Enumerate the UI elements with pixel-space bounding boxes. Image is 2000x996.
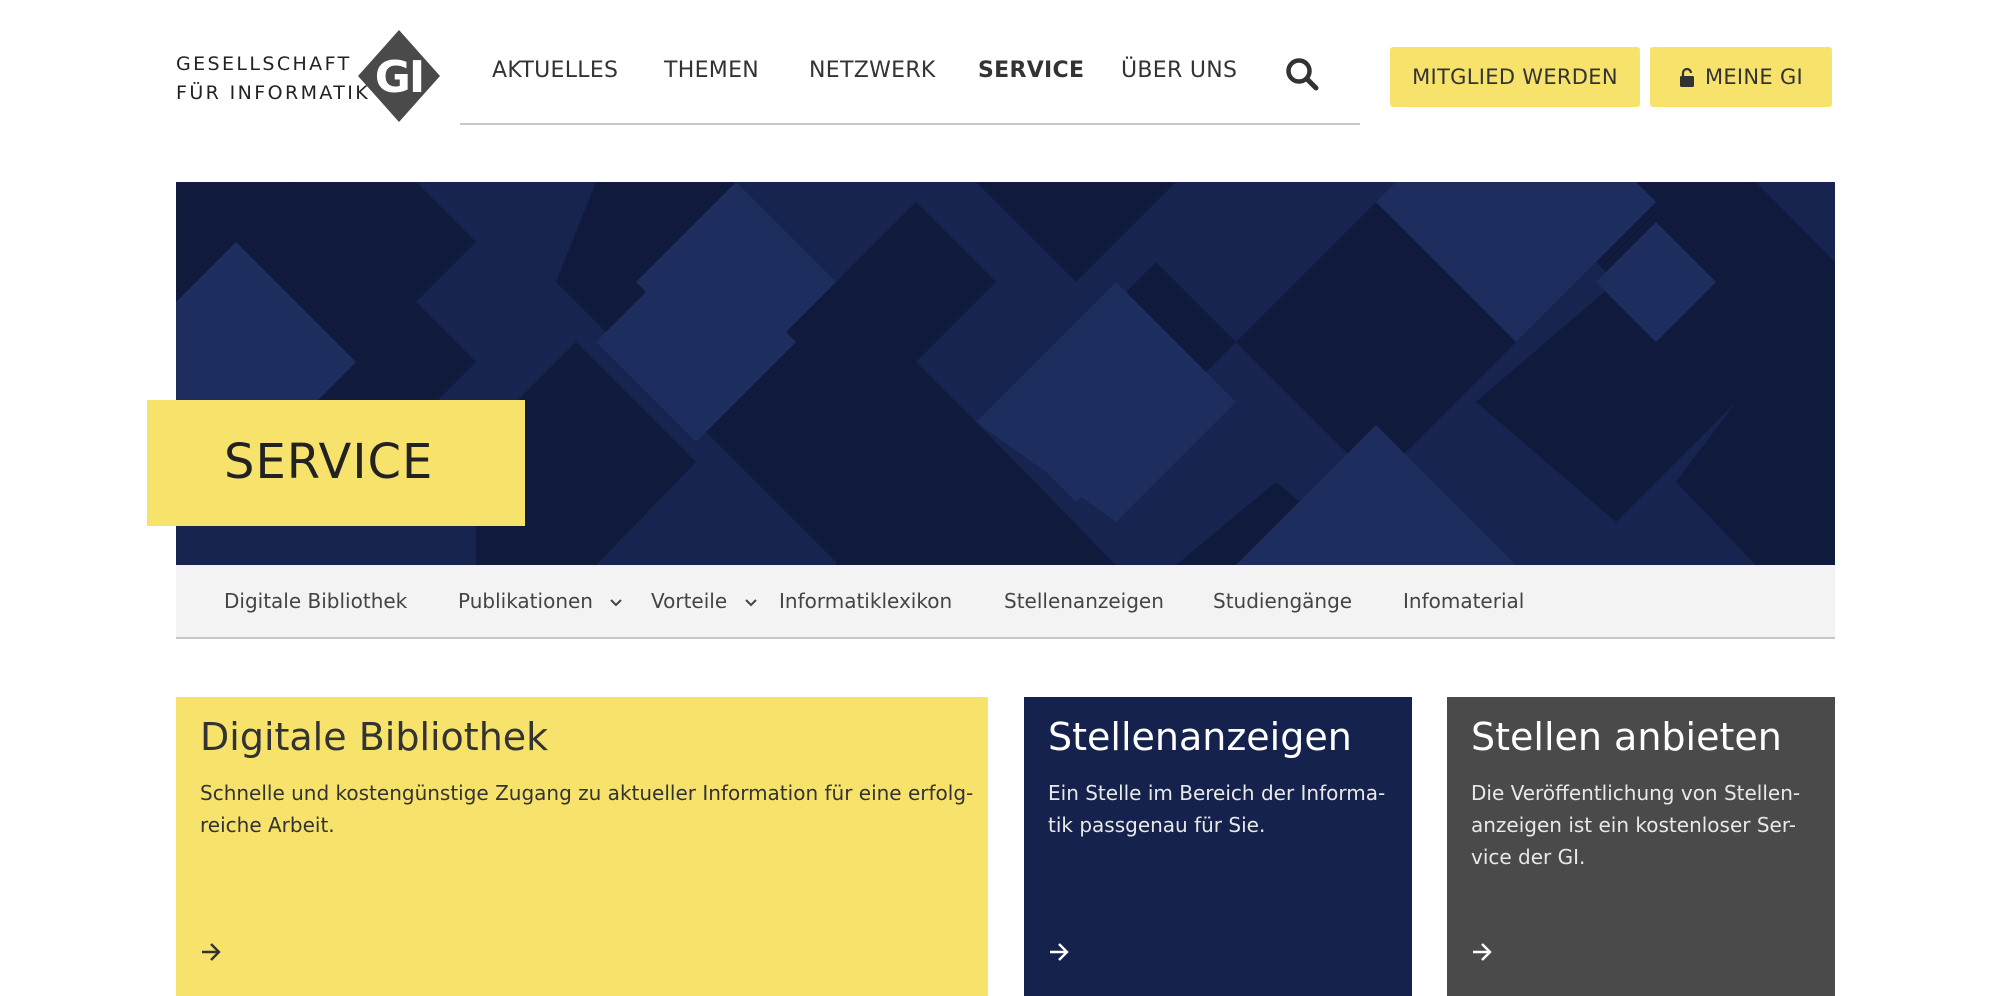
card-desc-line: Schnelle und kostengünstige Zugang zu ak…	[200, 781, 974, 805]
subnav-item-infomaterial[interactable]: Infomaterial	[1403, 589, 1524, 613]
card-desc-line: vice der GI.	[1471, 845, 1586, 869]
nav-item-aktuelles[interactable]: AKTUELLES	[492, 58, 618, 83]
card-description: Schnelle und kostengünstige Zugang zu ak…	[200, 777, 973, 841]
arrow-right-icon[interactable]	[200, 941, 222, 963]
card-stellen-anbieten[interactable]: Stellen anbieten Die Veröffentlichung vo…	[1447, 697, 1835, 996]
card-title: Digitale Bibliothek	[200, 715, 549, 759]
meine-gi-button[interactable]: MEINE GI	[1650, 47, 1832, 107]
main-nav: AKTUELLES THEMEN NETZWERK SERVICE ÜBER U…	[460, 0, 1360, 125]
sub-navigation: Digitale Bibliothek Publikationen Vortei…	[176, 565, 1835, 639]
become-member-label: MITGLIED WERDEN	[1412, 65, 1618, 89]
subnav-label: Stellenanzeigen	[1004, 589, 1164, 613]
card-title: Stellenanzeigen	[1048, 715, 1352, 759]
card-description: Ein Stelle im Bereich der Informa- tik p…	[1048, 777, 1385, 841]
card-description: Die Veröffentlichung von Stellen- anzeig…	[1471, 777, 1800, 873]
chevron-down-icon	[610, 598, 623, 606]
logo-line-2: FÜR INFORMATIK	[176, 82, 371, 104]
logo-mark-text: GI	[375, 52, 424, 103]
subnav-label: Studiengänge	[1213, 589, 1353, 613]
nav-item-service[interactable]: SERVICE	[978, 58, 1084, 83]
card-stellenanzeigen[interactable]: Stellenanzeigen Ein Stelle im Bereich de…	[1024, 697, 1412, 996]
site-logo[interactable]: GESELLSCHAFT FÜR INFORMATIK GI	[176, 30, 442, 122]
card-desc-line: tik passgenau für Sie.	[1048, 813, 1266, 837]
subnav-item-digitale-bibliothek[interactable]: Digitale Bibliothek	[224, 589, 407, 613]
search-button[interactable]	[1282, 54, 1322, 94]
search-icon	[1286, 58, 1319, 91]
subnav-label: Publikationen	[458, 589, 593, 613]
subnav-label: Informatiklexikon	[779, 589, 953, 613]
nav-item-netzwerk[interactable]: NETZWERK	[809, 58, 936, 83]
logo-text: GESELLSCHAFT FÜR INFORMATIK	[176, 50, 370, 108]
logo-line-1: GESELLSCHAFT	[176, 53, 352, 75]
card-desc-line: Ein Stelle im Bereich der Informa-	[1048, 781, 1386, 805]
card-desc-line: anzeigen ist ein kostenloser Ser-	[1471, 813, 1796, 837]
meine-gi-label: MEINE GI	[1704, 65, 1804, 89]
nav-item-ueber-uns[interactable]: ÜBER UNS	[1121, 58, 1237, 83]
subnav-item-studiengaenge[interactable]: Studiengänge	[1213, 589, 1352, 613]
subnav-label: Infomaterial	[1403, 589, 1525, 613]
page-title: SERVICE	[224, 434, 434, 490]
card-desc-line: Die Veröffentlichung von Stellen-	[1471, 781, 1801, 805]
card-desc-line: reiche Arbeit.	[200, 813, 335, 837]
arrow-right-icon[interactable]	[1471, 941, 1493, 963]
subnav-label: Digitale Bibliothek	[224, 589, 408, 613]
subnav-item-vorteile[interactable]: Vorteile	[651, 589, 758, 613]
subnav-item-stellenanzeigen[interactable]: Stellenanzeigen	[1004, 589, 1164, 613]
card-digitale-bibliothek[interactable]: Digitale Bibliothek Schnelle und kosteng…	[176, 697, 988, 996]
nav-item-themen[interactable]: THEMEN	[664, 58, 759, 83]
subnav-label: Vorteile	[651, 589, 728, 613]
lock-icon	[1679, 67, 1694, 87]
subnav-item-publikationen[interactable]: Publikationen	[458, 589, 623, 613]
chevron-down-icon	[744, 598, 757, 606]
subnav-item-informatiklexikon[interactable]: Informatiklexikon	[779, 589, 952, 613]
hero-title-box: SERVICE	[147, 400, 525, 526]
arrow-right-icon[interactable]	[1048, 941, 1070, 963]
card-title: Stellen anbieten	[1471, 715, 1782, 759]
gi-logo-mark: GI	[358, 30, 440, 122]
become-member-button[interactable]: MITGLIED WERDEN	[1390, 47, 1640, 107]
